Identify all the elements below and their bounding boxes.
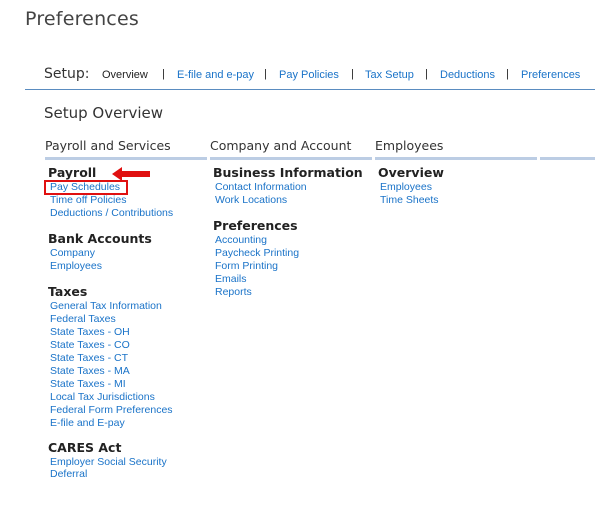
link-reports[interactable]: Reports: [215, 286, 252, 299]
link-emails[interactable]: Emails: [215, 273, 247, 286]
link-efile-and-epay[interactable]: E-file and E-pay: [50, 417, 125, 430]
link-time-off-policies[interactable]: Time off Policies: [50, 194, 126, 207]
column-divider: [210, 157, 372, 160]
link-federal-form-preferences[interactable]: Federal Form Preferences: [50, 404, 173, 417]
link-bank-company[interactable]: Company: [50, 247, 95, 260]
link-bank-employees[interactable]: Employees: [50, 260, 102, 273]
link-contact-information[interactable]: Contact Information: [215, 181, 307, 194]
group-title-preferences: Preferences: [213, 218, 298, 233]
column-divider: [45, 157, 207, 160]
setup-link-pay-policies[interactable]: Pay Policies: [279, 69, 339, 81]
link-state-taxes-oh[interactable]: State Taxes - OH: [50, 326, 130, 339]
link-deferral[interactable]: Deferral: [50, 468, 87, 481]
link-form-printing[interactable]: Form Printing: [215, 260, 278, 273]
link-paycheck-printing[interactable]: Paycheck Printing: [215, 247, 299, 260]
link-state-taxes-mi[interactable]: State Taxes - MI: [50, 378, 126, 391]
setup-link-overview[interactable]: Overview: [102, 69, 148, 81]
group-title-taxes: Taxes: [48, 284, 88, 299]
highlight-box: [44, 180, 128, 195]
group-title-payroll: Payroll: [48, 165, 97, 180]
setup-link-deductions[interactable]: Deductions: [440, 69, 495, 81]
arrow-left-icon: [112, 167, 150, 181]
group-title-bank-accounts: Bank Accounts: [48, 231, 152, 246]
link-work-locations[interactable]: Work Locations: [215, 194, 287, 207]
header-divider: [25, 89, 595, 90]
link-state-taxes-ct[interactable]: State Taxes - CT: [50, 352, 128, 365]
separator: |: [425, 68, 428, 80]
setup-link-preferences[interactable]: Preferences: [521, 69, 580, 81]
link-employees[interactable]: Employees: [380, 181, 432, 194]
link-general-tax-information[interactable]: General Tax Information: [50, 300, 162, 313]
setup-link-tax-setup[interactable]: Tax Setup: [365, 69, 414, 81]
column-divider: [540, 157, 595, 160]
column-header-payroll: Payroll and Services: [45, 138, 171, 153]
column-header-company: Company and Account: [210, 138, 352, 153]
overview-heading: Setup Overview: [44, 104, 164, 122]
group-title-overview: Overview: [378, 165, 444, 180]
link-local-tax-jurisdictions[interactable]: Local Tax Jurisdictions: [50, 391, 155, 404]
setup-label: Setup:: [44, 66, 90, 82]
link-federal-taxes[interactable]: Federal Taxes: [50, 313, 116, 326]
link-state-taxes-co[interactable]: State Taxes - CO: [50, 339, 130, 352]
column-divider: [375, 157, 537, 160]
separator: |: [162, 68, 165, 80]
separator: |: [264, 68, 267, 80]
link-time-sheets[interactable]: Time Sheets: [380, 194, 439, 207]
separator: |: [351, 68, 354, 80]
link-accounting[interactable]: Accounting: [215, 234, 267, 247]
separator: |: [506, 68, 509, 80]
page-title: Preferences: [25, 8, 139, 30]
link-deductions-contributions[interactable]: Deductions / Contributions: [50, 207, 173, 220]
link-state-taxes-ma[interactable]: State Taxes - MA: [50, 365, 130, 378]
setup-link-efile[interactable]: E-file and e-pay: [177, 69, 254, 81]
group-title-cares-act: CARES Act: [48, 440, 122, 455]
group-title-business-information: Business Information: [213, 165, 363, 180]
column-header-employees: Employees: [375, 138, 444, 153]
